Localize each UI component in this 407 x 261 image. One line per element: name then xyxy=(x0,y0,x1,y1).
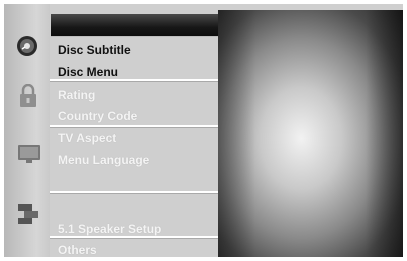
menu-item-disc-subtitle[interactable]: Disc Subtitle xyxy=(58,43,131,57)
disc-icon[interactable] xyxy=(16,35,38,62)
menu-item-disc-menu[interactable]: Disc Menu xyxy=(58,65,118,79)
video-preview xyxy=(218,10,403,257)
tv-icon[interactable] xyxy=(17,144,41,169)
menu-item-speaker-setup[interactable]: 5.1 Speaker Setup xyxy=(58,222,161,236)
menu-item-tv-aspect[interactable]: TV Aspect xyxy=(58,131,116,145)
lock-icon[interactable] xyxy=(18,83,38,113)
setup-menu-screen: Disc Subtitle Disc Menu Rating Country C… xyxy=(4,4,403,257)
menu-item-menu-language[interactable]: Menu Language xyxy=(58,153,149,167)
speaker-icon[interactable] xyxy=(16,202,40,231)
menu-item-others[interactable]: Others xyxy=(58,243,97,257)
menu-item-country-code[interactable]: Country Code xyxy=(58,109,137,123)
setup-menu: Disc Subtitle Disc Menu Rating Country C… xyxy=(50,34,218,257)
menu-item-rating[interactable]: Rating xyxy=(58,88,95,102)
